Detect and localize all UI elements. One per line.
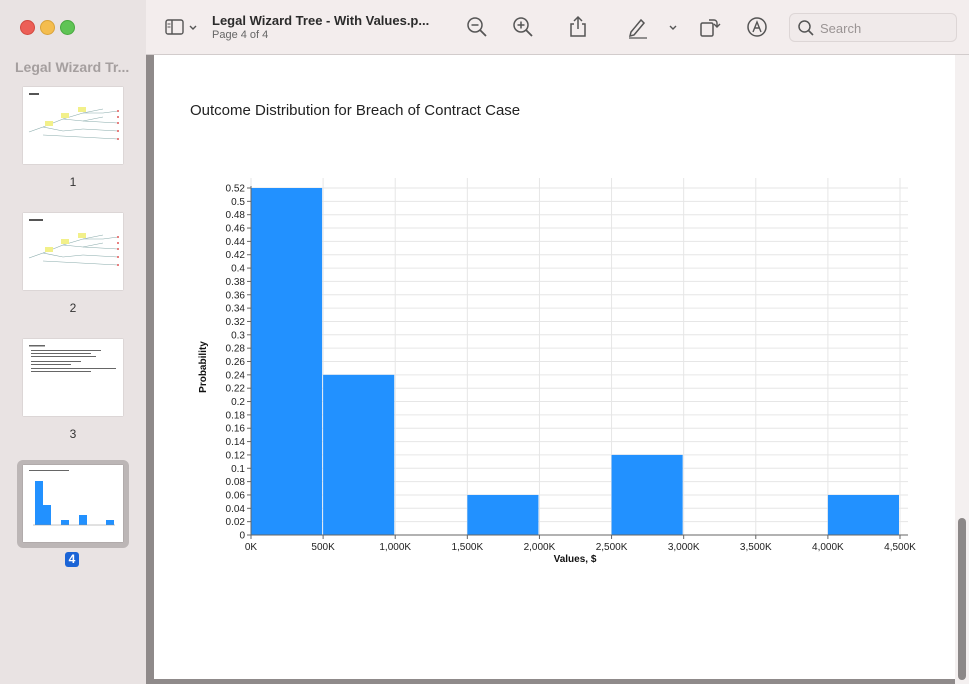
histogram-thumbnail bbox=[29, 470, 115, 526]
y-tick-label: 0.32 bbox=[226, 317, 246, 328]
histogram-bar bbox=[323, 374, 395, 535]
vertical-scrollbar-thumb[interactable] bbox=[958, 518, 966, 680]
document-title: Legal Wizard Tree - With Values.p... bbox=[212, 13, 430, 28]
y-tick-label: 0.1 bbox=[231, 464, 245, 475]
x-axis-label: Values, $ bbox=[554, 554, 597, 565]
page-number-2: 2 bbox=[69, 301, 77, 315]
close-window-button[interactable] bbox=[20, 20, 35, 35]
y-tick-label: 0.44 bbox=[226, 237, 246, 248]
chevron-down-icon[interactable] bbox=[188, 15, 198, 39]
y-tick-label: 0.12 bbox=[226, 450, 246, 461]
page-info: Page 4 of 4 bbox=[212, 29, 269, 41]
y-tick-label: 0 bbox=[239, 531, 245, 542]
y-tick-label: 0.26 bbox=[226, 357, 246, 368]
text-page-thumbnail bbox=[29, 345, 116, 372]
y-tick-label: 0.22 bbox=[226, 384, 246, 395]
pdf-page: Outcome Distribution for Breach of Contr… bbox=[154, 55, 955, 679]
y-tick-label: 0.2 bbox=[231, 397, 245, 408]
search-icon bbox=[798, 20, 814, 36]
zoom-window-button[interactable] bbox=[60, 20, 75, 35]
x-tick-label: 4,500K bbox=[884, 542, 916, 553]
y-tick-label: 0.02 bbox=[226, 517, 246, 528]
rotate-icon[interactable] bbox=[697, 15, 721, 39]
sidebar-title: Legal Wizard Tr... bbox=[15, 59, 130, 75]
histogram-bar bbox=[827, 494, 899, 535]
y-tick-label: 0.28 bbox=[226, 344, 246, 355]
y-tick-label: 0.04 bbox=[226, 504, 246, 515]
y-tick-label: 0.38 bbox=[226, 277, 246, 288]
decision-tree-thumbnail bbox=[28, 93, 119, 140]
x-tick-label: 1,500K bbox=[451, 542, 483, 553]
histogram-chart: 0 0.02 0.04 0.06 0.08 0.1 0.12 0.14 0.16 0.18 0.2 0… bbox=[198, 178, 916, 565]
page-thumbnail-4[interactable] bbox=[23, 465, 123, 542]
minimize-window-button[interactable] bbox=[40, 20, 55, 35]
y-tick-label: 0.14 bbox=[226, 437, 246, 448]
page-thumbnail-3[interactable] bbox=[23, 339, 123, 416]
histogram-bar bbox=[467, 494, 539, 535]
decision-tree-thumbnail bbox=[28, 219, 119, 266]
y-tick-label: 0.4 bbox=[231, 264, 245, 275]
y-tick-label: 0.34 bbox=[226, 304, 246, 315]
y-tick-label: 0.5 bbox=[231, 197, 245, 208]
x-tick-label: 3,500K bbox=[740, 542, 772, 553]
x-tick-label: 2,500K bbox=[596, 542, 628, 553]
x-tick-label: 500K bbox=[311, 542, 335, 553]
chevron-down-icon[interactable] bbox=[668, 15, 678, 39]
y-tick-label: 0.06 bbox=[226, 490, 246, 501]
y-tick-label: 0.3 bbox=[231, 330, 245, 341]
toolbar: Legal Wizard Tree - With Values.p... Pag… bbox=[146, 0, 969, 55]
page-thumbnail-1[interactable] bbox=[23, 87, 123, 164]
x-tick-label: 0K bbox=[245, 542, 258, 553]
y-tick-label: 0.48 bbox=[226, 210, 246, 221]
sidebar-toggle-icon[interactable] bbox=[164, 15, 188, 39]
sidebar: Legal Wizard Tr... 1 2 3 4 bbox=[0, 0, 146, 684]
page-thumbnail-2[interactable] bbox=[23, 213, 123, 290]
y-tick-label: 0.36 bbox=[226, 290, 246, 301]
y-axis-label: Probability bbox=[198, 341, 209, 393]
y-tick-label: 0.42 bbox=[226, 250, 246, 261]
y-tick-label: 0.46 bbox=[226, 224, 246, 235]
search-input[interactable]: Search bbox=[789, 13, 957, 42]
search-placeholder: Search bbox=[820, 21, 862, 36]
x-tick-label: 3,000K bbox=[668, 542, 700, 553]
y-tick-label: 0.16 bbox=[226, 424, 246, 435]
page-number-3: 3 bbox=[69, 427, 77, 441]
y-tick-label: 0.24 bbox=[226, 370, 246, 381]
y-tick-label: 0.52 bbox=[226, 184, 246, 195]
markup-pen-icon[interactable] bbox=[626, 15, 650, 39]
document-view[interactable]: Outcome Distribution for Breach of Contr… bbox=[146, 55, 969, 684]
zoom-out-icon[interactable] bbox=[465, 15, 489, 39]
histogram-bar bbox=[611, 454, 683, 535]
y-tick-label: 0.18 bbox=[226, 410, 246, 421]
y-tick-label: 0.08 bbox=[226, 477, 246, 488]
annotate-icon[interactable] bbox=[745, 15, 769, 39]
histogram-bar bbox=[251, 188, 323, 535]
x-tick-label: 1,000K bbox=[379, 542, 411, 553]
page-number-1: 1 bbox=[69, 175, 77, 189]
x-tick-label: 4,000K bbox=[812, 542, 844, 553]
x-tick-label: 2,000K bbox=[524, 542, 556, 553]
page-number-4: 4 bbox=[65, 552, 79, 567]
preview-window: Legal Wizard Tr... 1 2 3 4 Legal Wizard … bbox=[0, 0, 969, 684]
share-icon[interactable] bbox=[566, 15, 590, 39]
zoom-in-icon[interactable] bbox=[511, 15, 535, 39]
